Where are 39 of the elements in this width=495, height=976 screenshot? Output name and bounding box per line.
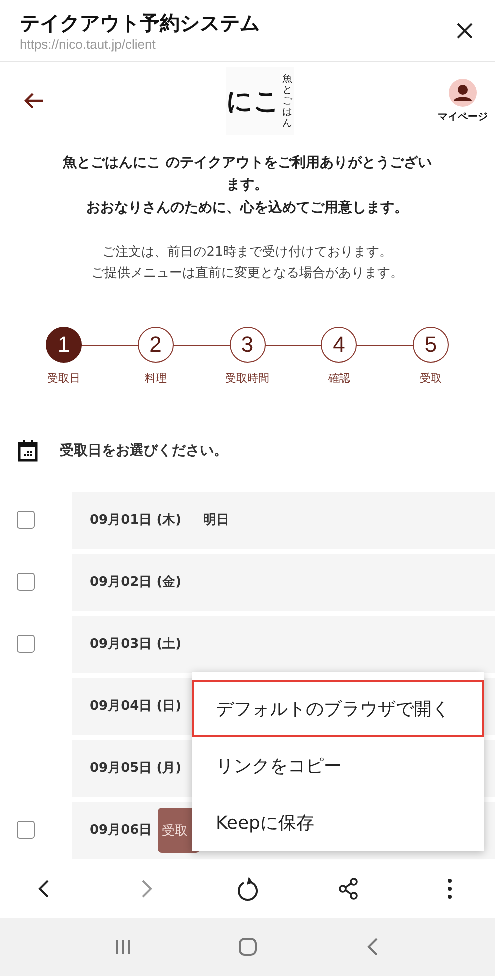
step-label: 受取日 bbox=[48, 370, 80, 386]
checkbox[interactable] bbox=[17, 573, 35, 592]
more-icon bbox=[447, 878, 453, 900]
date-option[interactable]: 09月02日 (金) bbox=[72, 554, 495, 611]
recents-icon bbox=[114, 938, 132, 956]
greeting-text: おおなりさんのために、心を込めてご用意します。 bbox=[86, 198, 410, 218]
section-heading: 受取日をお選びください。 bbox=[60, 442, 228, 460]
user-icon bbox=[449, 78, 477, 106]
step-label: 料理 bbox=[144, 370, 167, 386]
step-label: 受取 bbox=[420, 370, 442, 386]
step-label: 受取時間 bbox=[226, 370, 270, 386]
step-circle: 5 bbox=[413, 326, 449, 363]
step-label: 確認 bbox=[328, 370, 350, 386]
account-button[interactable]: マイページ bbox=[433, 78, 493, 124]
home-icon bbox=[238, 937, 258, 957]
step-circle: 2 bbox=[138, 326, 174, 363]
reload-icon bbox=[236, 876, 260, 902]
page-url: https://nico.taut.jp/client bbox=[20, 36, 157, 52]
checkbox[interactable] bbox=[17, 511, 35, 530]
date-option[interactable]: 09月03日 (土) bbox=[72, 616, 495, 673]
notice-text: ご注文は、前日の21時まで受け付けております。 bbox=[102, 244, 394, 262]
menu-item[interactable]: デフォルトのブラウザで開く bbox=[192, 680, 484, 737]
page-title: テイクアウト予約システム bbox=[20, 10, 260, 36]
back-icon bbox=[366, 937, 380, 957]
checkbox[interactable] bbox=[17, 635, 35, 654]
greeting-text: 魚とごはんにこ のテイクアウトをご利用ありがとうございます。 bbox=[62, 154, 433, 196]
notice-text: ご提供メニューは直前に変更となる場合があります。 bbox=[90, 264, 404, 283]
step-circle: 3 bbox=[230, 326, 266, 363]
close-icon bbox=[455, 20, 475, 40]
date-option[interactable]: 09月01日 (木) 明日 bbox=[72, 492, 495, 549]
step-circle: 4 bbox=[321, 326, 358, 363]
share-icon bbox=[338, 878, 360, 900]
step-circle: 1 bbox=[46, 326, 82, 363]
menu-item[interactable]: リンクをコピー bbox=[192, 737, 484, 794]
logo-name: にこ bbox=[226, 86, 280, 118]
close-button[interactable] bbox=[455, 20, 475, 40]
checkbox[interactable] bbox=[17, 821, 35, 840]
logo-tagline: 魚とごはん bbox=[282, 74, 292, 128]
calendar-icon bbox=[18, 440, 38, 462]
